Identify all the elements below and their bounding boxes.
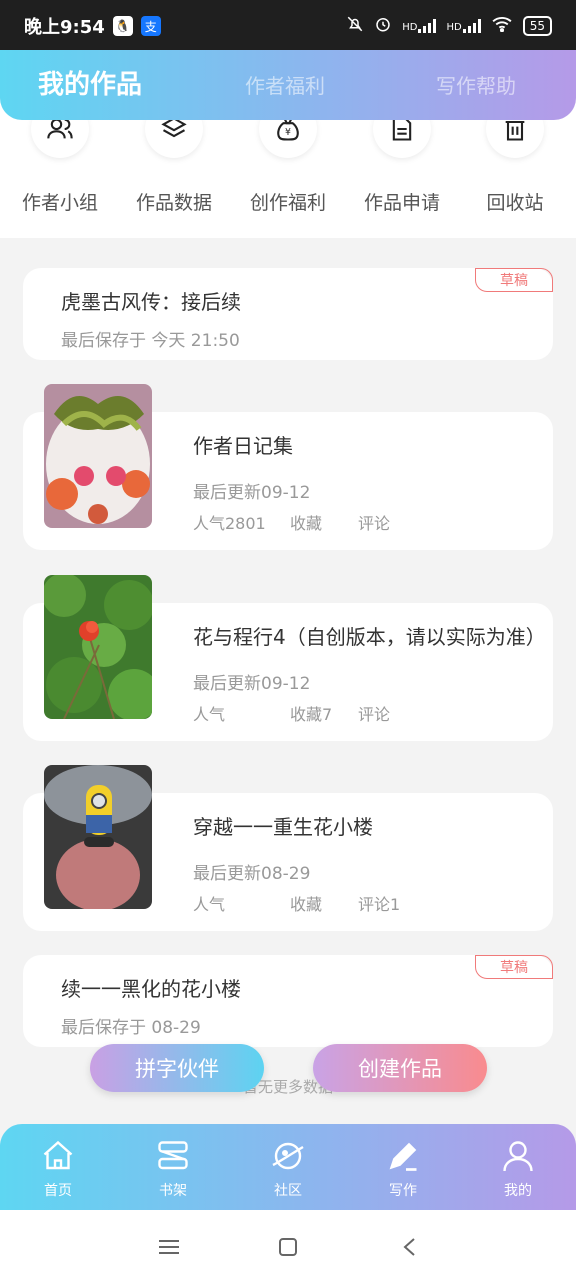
status-time: 晚上9:54 (24, 17, 105, 38)
battery-indicator: 55 (522, 16, 552, 36)
bottom-nav: 首页 书架 社区 写作 我的 (0, 1124, 576, 1210)
work-title: 穿越一一重生花小楼 (193, 815, 373, 839)
create-work-button[interactable]: 创建作品 (313, 1044, 487, 1092)
no-more-data: 暂无更多数据 (242, 1078, 333, 1096)
tab-my-works[interactable]: 我的作品 (38, 64, 142, 101)
mute-bell-icon (346, 15, 364, 37)
nav-home[interactable]: 首页 (18, 1136, 98, 1200)
draft-badge: 草稿 (475, 268, 553, 292)
nav-label: 写作 (389, 1183, 417, 1199)
favorites-stat: 收藏 (290, 514, 323, 533)
work-updated: 最后更新09-12 (193, 674, 311, 694)
work-title: 作者日记集 (193, 434, 293, 458)
draft-saved-time: 最后保存于 08-29 (61, 1018, 201, 1038)
network-type-1: HD (402, 22, 418, 33)
draft-saved-time: 最后保存于 今天 21:50 (61, 331, 240, 351)
home-icon (18, 1136, 98, 1176)
nav-bookshelf[interactable]: 书架 (133, 1136, 213, 1200)
nav-label: 我的 (504, 1183, 532, 1199)
draft-card[interactable]: 续一一黑化的花小楼 最后保存于 08-29 草稿 (23, 955, 553, 1047)
nav-community[interactable]: 社区 (248, 1136, 328, 1200)
menu-icon[interactable] (154, 1232, 184, 1262)
work-title: 花与程行4（自创版本，请以实际为准） (193, 625, 546, 649)
header-tabs: 我的作品 作者福利 写作帮助 (0, 50, 576, 120)
planet-icon (248, 1136, 328, 1176)
nav-label: 首页 (44, 1183, 72, 1199)
favorites-stat: 收藏7 (290, 705, 333, 724)
home-square-icon[interactable] (273, 1232, 303, 1262)
nav-label: 社区 (274, 1183, 302, 1199)
signal-hd-icon: HD (402, 19, 437, 33)
alipay-icon: 支 (140, 16, 161, 36)
quick-label: 回收站 (486, 192, 544, 214)
favorites-stat: 收藏 (290, 895, 323, 914)
wifi-icon (491, 16, 513, 36)
bookshelf-icon (133, 1136, 213, 1176)
popularity-stat: 人气 (193, 705, 226, 724)
spelling-partner-button[interactable]: 拼字伙伴 (90, 1044, 264, 1092)
work-cover-image[interactable] (44, 765, 152, 909)
svg-text:¥: ¥ (285, 127, 291, 138)
draft-badge: 草稿 (475, 955, 553, 979)
draft-title: 虎墨古风传：接后续 (61, 290, 241, 314)
quick-label: 作品申请 (363, 192, 440, 214)
status-bar: 晚上9:54 🐧 支 HD HD 55 (0, 0, 576, 52)
quick-actions: 作者小组 作品数据 ¥ 创作福利 作品申请 回收站 (0, 100, 576, 238)
nav-write[interactable]: 写作 (363, 1136, 443, 1200)
draft-title: 续一一黑化的花小楼 (61, 977, 241, 1001)
nav-profile[interactable]: 我的 (478, 1136, 558, 1200)
system-nav-bar (0, 1210, 576, 1280)
tab-writing-help[interactable]: 写作帮助 (436, 70, 516, 99)
alarm-icon (374, 15, 392, 37)
work-cover-image[interactable] (44, 575, 152, 719)
comments-stat: 评论 (358, 705, 391, 724)
network-type-2: HD (446, 22, 462, 33)
comments-stat: 评论1 (358, 895, 401, 914)
work-updated: 最后更新08-29 (193, 864, 311, 884)
comments-stat: 评论 (358, 514, 391, 533)
popularity-stat: 人气 (193, 895, 226, 914)
quick-label: 作者小组 (21, 192, 98, 214)
status-icons: HD HD 55 (346, 15, 552, 37)
signal-hd-icon-2: HD (446, 19, 481, 33)
work-cover-image[interactable] (44, 384, 152, 528)
draft-card[interactable]: 虎墨古风传：接后续 最后保存于 今天 21:50 草稿 (23, 268, 553, 360)
tab-author-benefits[interactable]: 作者福利 (245, 70, 325, 99)
qq-icon: 🐧 (112, 16, 133, 36)
quick-label: 作品数据 (135, 192, 212, 214)
work-updated: 最后更新09-12 (193, 483, 311, 503)
quick-label: 创作福利 (249, 192, 326, 214)
popularity-stat: 人气2801 (193, 514, 266, 533)
pen-icon (363, 1136, 443, 1176)
back-icon[interactable] (394, 1232, 424, 1262)
profile-icon (478, 1136, 558, 1176)
nav-label: 书架 (159, 1183, 187, 1199)
